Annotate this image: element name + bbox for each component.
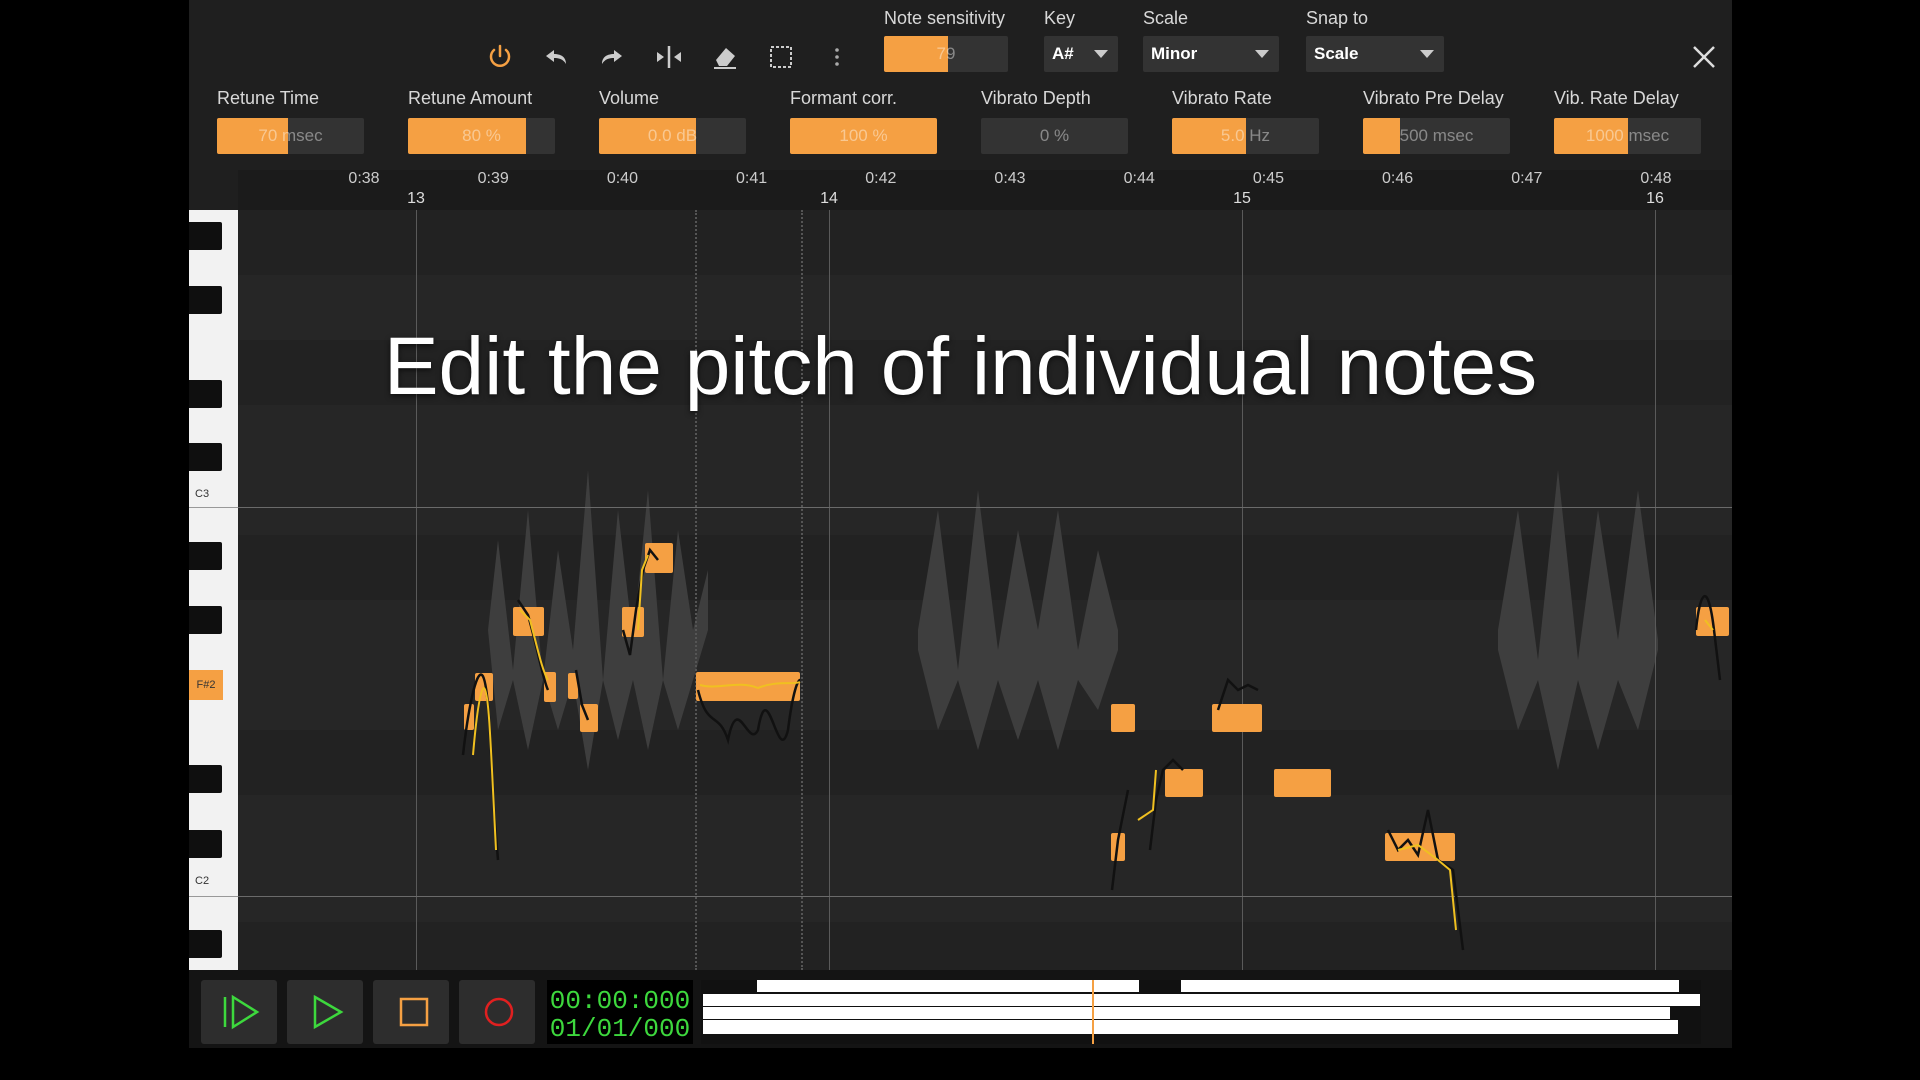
param-field[interactable]: 0.0 dB [599, 118, 746, 154]
time-tick-label: 0:44 [1123, 170, 1155, 187]
chevron-down-icon [1420, 50, 1434, 58]
time-tick-label: 0:46 [1382, 170, 1414, 187]
octave-label-c3: C3 [195, 488, 210, 500]
param-label: Volume [599, 88, 660, 108]
time-tick-label: 0:47 [1511, 170, 1543, 187]
overview-clip [1181, 980, 1679, 992]
piano-black-key[interactable] [189, 830, 222, 858]
time-tick-label: 0:48 [1640, 170, 1672, 187]
select-rect-icon[interactable] [766, 42, 796, 72]
overview-playhead[interactable] [1092, 980, 1094, 1044]
overview-clip [703, 994, 1700, 1006]
time-tick-label: 0:45 [1252, 170, 1284, 187]
bar-number-label: 13 [407, 190, 425, 207]
param-value: 100 % [839, 126, 888, 145]
timecode: 00:00:000 [549, 986, 691, 1016]
bar-number-label: 15 [1233, 190, 1251, 207]
play-button[interactable] [287, 980, 363, 1044]
param-field[interactable]: 500 msec [1363, 118, 1510, 154]
time-tick-label: 0:40 [606, 170, 638, 187]
param-label: Vibrato Rate [1172, 88, 1272, 108]
power-icon[interactable] [485, 42, 515, 72]
close-icon[interactable] [1689, 42, 1719, 72]
bar-number-label: 14 [820, 190, 838, 207]
snap-dropdown[interactable]: Scale [1306, 36, 1444, 72]
time-display: 00:00:000 01/01/000 [547, 980, 693, 1044]
track-overview[interactable] [701, 980, 1701, 1044]
note-sensitivity-label: Note sensitivity [884, 8, 1006, 28]
time-tick-label: 0:38 [348, 170, 380, 187]
snap-label: Snap to [1306, 8, 1369, 28]
piano-black-key[interactable] [189, 286, 222, 314]
time-tick-label: 0:39 [477, 170, 509, 187]
piano-black-key[interactable] [189, 222, 222, 250]
stop-button[interactable] [373, 980, 449, 1044]
transport-bar: 00:00:000 01/01/000 [189, 970, 1732, 1048]
key-label: Key [1044, 8, 1076, 28]
more-icon[interactable] [822, 42, 852, 72]
param-label: Vibrato Pre Delay [1363, 88, 1504, 108]
param-field[interactable]: 5.0 Hz [1172, 118, 1319, 154]
scale-dropdown[interactable]: Minor [1143, 36, 1279, 72]
record-button[interactable] [459, 980, 535, 1044]
key-value: A# [1052, 44, 1074, 63]
play-from-start-button[interactable] [201, 980, 277, 1044]
play-from-start-icon [223, 994, 260, 1030]
caption-overlay: Edit the pitch of individual notes [383, 321, 1538, 412]
param-field[interactable]: 80 % [408, 118, 555, 154]
scale-value: Minor [1151, 44, 1198, 63]
timeline-ruler[interactable]: 0:38 0:39 0:40 0:41 0:42 0:43 0:44 0:45 0:46 0:47… [238, 170, 1732, 211]
time-tick-label: 0:41 [736, 170, 768, 187]
param-field[interactable]: 0 % [981, 118, 1128, 154]
overview-clip [703, 1007, 1670, 1019]
play-icon [313, 994, 344, 1030]
param-value: 1000 msec [1585, 126, 1670, 145]
piano-key-fsharp2-active[interactable]: F#2 [189, 670, 223, 700]
piano-black-key[interactable] [189, 765, 222, 793]
overview-clip [703, 1020, 1678, 1034]
piano-black-key[interactable] [189, 542, 222, 570]
param-label: Formant corr. [790, 88, 898, 108]
param-value: 0.0 dB [647, 126, 698, 145]
param-label: Retune Amount [408, 88, 533, 108]
param-value: 0 % [1039, 126, 1070, 145]
redo-icon[interactable] [597, 42, 627, 72]
param-value: 5.0 Hz [1220, 126, 1271, 145]
piano-black-key[interactable] [189, 930, 222, 958]
param-value: 70 msec [258, 126, 323, 145]
param-label: Vibrato Depth [981, 88, 1091, 108]
octave-divider [189, 896, 238, 897]
split-icon[interactable] [654, 42, 684, 72]
bar-number-label: 16 [1646, 190, 1664, 207]
param-field[interactable]: 1000 msec [1554, 118, 1701, 154]
stop-icon [399, 997, 429, 1027]
param-field[interactable]: 100 % [790, 118, 937, 154]
note-sensitivity-field[interactable]: 79 [884, 36, 1008, 72]
octave-divider [189, 507, 238, 508]
record-icon [484, 997, 514, 1027]
bar-position: 01/01/000 [549, 1014, 691, 1044]
key-dropdown[interactable]: A# [1044, 36, 1118, 72]
piano-black-key[interactable] [189, 443, 222, 471]
time-tick-label: 0:42 [865, 170, 897, 187]
param-value: 80 % [462, 126, 501, 145]
param-field[interactable]: 70 msec [217, 118, 364, 154]
octave-label-c2: C2 [195, 875, 210, 887]
chevron-down-icon [1255, 50, 1269, 58]
note-sensitivity-value: 79 [936, 44, 956, 63]
param-label: Retune Time [217, 88, 320, 108]
pitch-editor-window: Note sensitivity 79 Key A# Scale Minor S… [189, 0, 1732, 1048]
undo-icon[interactable] [541, 42, 571, 72]
param-value: 500 msec [1399, 126, 1474, 145]
chevron-down-icon [1094, 50, 1108, 58]
param-label: Vib. Rate Delay [1554, 88, 1679, 108]
time-tick-label: 0:43 [994, 170, 1026, 187]
piano-black-key[interactable] [189, 606, 222, 634]
snap-value: Scale [1314, 44, 1359, 63]
scale-label: Scale [1143, 8, 1189, 28]
eraser-icon[interactable] [710, 42, 740, 72]
overview-clip [757, 980, 1139, 992]
